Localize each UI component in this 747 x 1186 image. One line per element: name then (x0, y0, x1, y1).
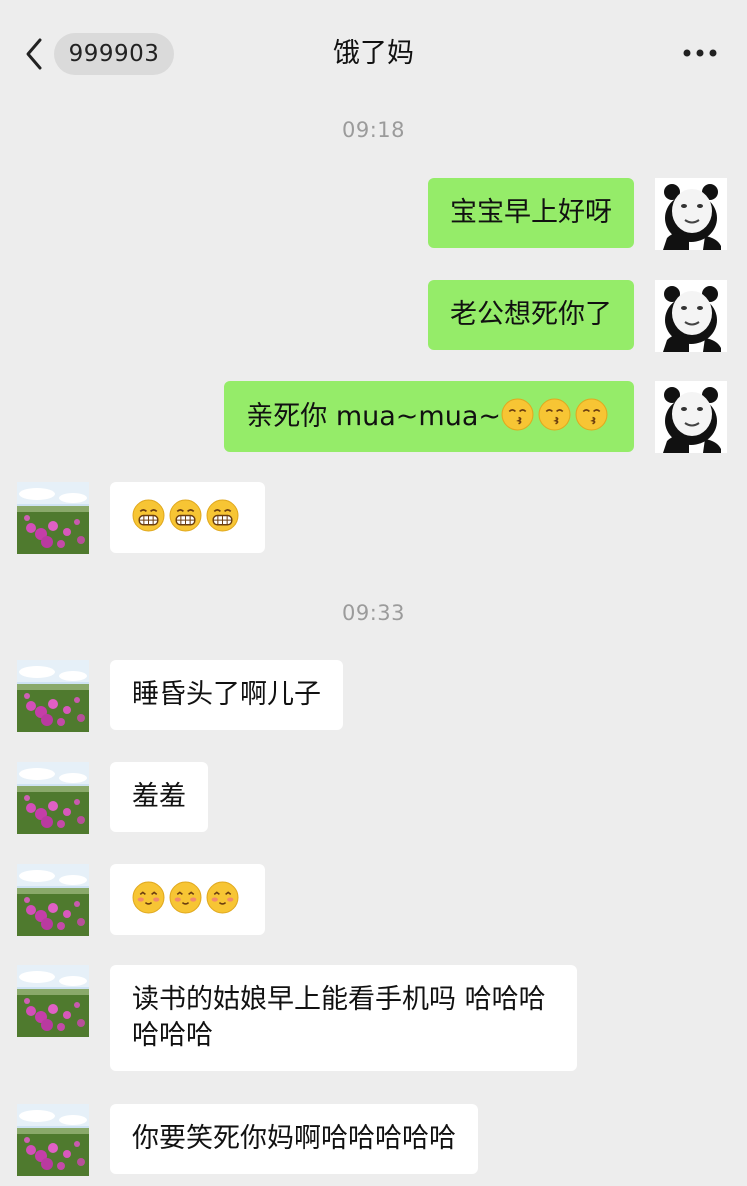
message-bubble-sent[interactable]: 老公想死你了 (428, 280, 634, 350)
timestamp: 09:18 (341, 118, 406, 142)
kiss-emoji-icon (501, 398, 534, 431)
shy-emoji-icon (132, 881, 165, 914)
shy-emoji-icon (169, 881, 202, 914)
flower-field-avatar[interactable] (17, 762, 89, 834)
more-dots-icon[interactable] (678, 36, 722, 70)
flower-field-avatar[interactable] (17, 965, 89, 1037)
timestamp: 09:33 (341, 601, 406, 625)
message-bubble-sent[interactable]: 亲死你 mua~mua~ (224, 381, 634, 452)
flower-field-avatar[interactable] (17, 864, 89, 936)
shy-emoji-icon (206, 881, 239, 914)
panda-meme-avatar[interactable] (655, 280, 727, 352)
message-bubble-sent[interactable]: 宝宝早上好呀 (428, 178, 634, 248)
message-bubble-received[interactable]: 睡昏头了啊儿子 (110, 660, 343, 730)
grin-emoji-icon (206, 499, 239, 532)
chat-header: 999903 饿了妈 (0, 0, 747, 108)
panda-meme-avatar[interactable] (655, 178, 727, 250)
kiss-emoji-icon (575, 398, 608, 431)
flower-field-avatar[interactable] (17, 1104, 89, 1176)
grin-emoji-icon (169, 499, 202, 532)
grin-emoji-icon (132, 499, 165, 532)
message-bubble-received[interactable] (110, 864, 265, 935)
message-bubble-received[interactable]: 羞羞 (110, 762, 208, 832)
chat-title: 饿了妈 (333, 38, 414, 69)
panda-meme-avatar[interactable] (655, 381, 727, 453)
message-text: 亲死你 mua~mua~ (246, 401, 501, 432)
kiss-emoji-icon (538, 398, 571, 431)
flower-field-avatar[interactable] (17, 660, 89, 732)
message-bubble-received[interactable] (110, 482, 265, 553)
message-bubble-received[interactable]: 你要笑死你妈啊哈哈哈哈哈 (110, 1104, 478, 1174)
message-bubble-received[interactable]: 读书的姑娘早上能看手机吗 哈哈哈哈哈哈 (110, 965, 577, 1071)
flower-field-avatar[interactable] (17, 482, 89, 554)
